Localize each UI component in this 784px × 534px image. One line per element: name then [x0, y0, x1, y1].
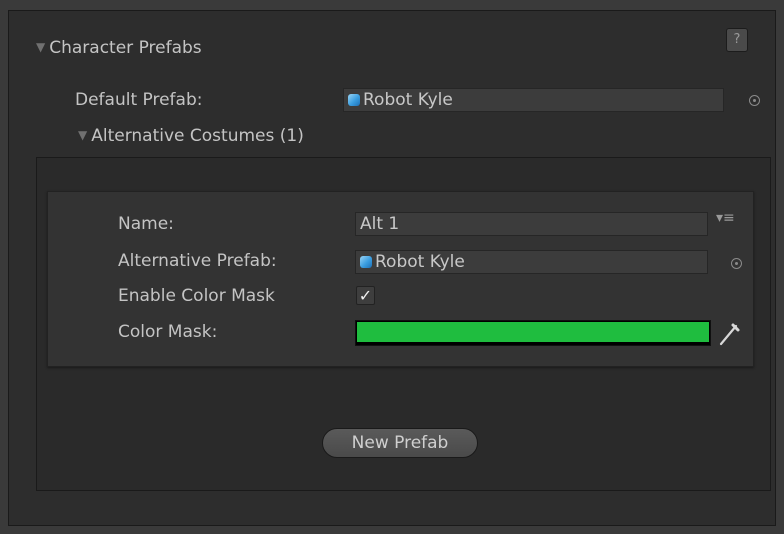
default-prefab-field[interactable]: Robot Kyle [343, 88, 724, 112]
alternative-prefab-field[interactable]: Robot Kyle [355, 250, 708, 274]
name-field[interactable]: Alt 1 [355, 212, 708, 236]
color-mask-label: Color Mask: [118, 322, 218, 342]
element-menu-icon[interactable]: ▾≡ [716, 210, 735, 226]
new-prefab-button[interactable]: New Prefab [322, 428, 478, 458]
eyedropper-icon[interactable] [717, 321, 741, 352]
alternative-prefab-label: Alternative Prefab: [118, 251, 277, 271]
help-button[interactable]: ? [726, 28, 748, 52]
enable-color-mask-label: Enable Color Mask [118, 286, 275, 306]
default-prefab-value: Robot Kyle [363, 90, 453, 110]
triangle-down-icon: ▼ [36, 40, 46, 54]
alternative-costumes-label: Alternative Costumes [91, 126, 275, 146]
name-label: Name: [118, 214, 174, 234]
prefab-cube-icon [348, 94, 360, 106]
triangle-down-icon: ▼ [78, 128, 88, 142]
alternative-costumes-count: (1) [279, 126, 304, 146]
section-header[interactable]: ▼ Character Prefabs [36, 38, 202, 58]
alternative-costumes-foldout[interactable]: ▼ Alternative Costumes (1) [78, 126, 304, 146]
default-prefab-label: Default Prefab: [75, 90, 203, 110]
prefab-cube-icon [360, 256, 372, 268]
section-title: Character Prefabs [49, 38, 202, 58]
color-mask-field[interactable] [355, 320, 711, 346]
enable-color-mask-checkbox[interactable]: ✓ [356, 286, 375, 305]
alternative-prefab-value: Robot Kyle [375, 252, 465, 272]
object-picker-icon[interactable] [731, 258, 742, 269]
object-picker-icon[interactable] [749, 95, 760, 106]
checkmark-icon: ✓ [358, 286, 373, 305]
color-swatch [357, 322, 709, 342]
